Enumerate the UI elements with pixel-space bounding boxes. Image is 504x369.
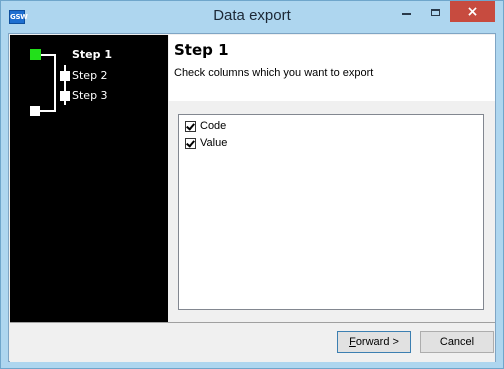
step-label-3: Step 3: [72, 89, 108, 102]
forward-label: orward >: [355, 336, 399, 348]
tree-connector: [54, 54, 56, 112]
checkbox-checked-icon[interactable]: [185, 120, 196, 132]
columns-list[interactable]: Code Value: [178, 114, 484, 310]
title-bar[interactable]: GSW Data export ×: [1, 1, 503, 33]
step-label-1: Step 1: [72, 48, 112, 61]
step-label-2: Step 2: [72, 69, 108, 82]
column-option-code[interactable]: Code: [185, 119, 226, 133]
close-button[interactable]: ×: [450, 1, 495, 22]
column-option-value[interactable]: Value: [185, 136, 227, 150]
column-label: Code: [200, 120, 227, 132]
cancel-button[interactable]: Cancel: [420, 331, 494, 353]
step-node-1: [30, 49, 41, 60]
forward-mnemonic: F: [349, 336, 356, 348]
minimize-icon: [401, 13, 411, 15]
tree-connector: [41, 54, 55, 56]
maximize-icon: [430, 8, 440, 16]
wizard-client-area: Step 1 Step 2 Step 3 Step 1 Check column…: [8, 33, 496, 362]
data-export-window: GSW Data export × Step 1 Step 2 Step 3 S…: [0, 0, 504, 369]
minimize-button[interactable]: [392, 1, 420, 23]
column-label: Value: [200, 137, 228, 149]
step-body: Code Value: [169, 101, 495, 322]
step-description: Check columns which you want to export: [174, 67, 374, 79]
step-node-2: [60, 71, 70, 81]
forward-button[interactable]: Forward >: [337, 331, 411, 353]
step-node-end: [30, 106, 40, 116]
checkbox-checked-icon[interactable]: [185, 137, 196, 149]
wizard-footer: Forward > Cancel: [10, 322, 495, 362]
gsw-app-icon[interactable]: GSW: [9, 10, 28, 24]
step-title: Step 1: [174, 41, 229, 59]
steps-panel: Step 1 Step 2 Step 3: [10, 35, 168, 322]
close-icon: ×: [466, 3, 479, 20]
step-header: Step 1 Check columns which you want to e…: [169, 35, 495, 101]
step-node-3: [60, 91, 70, 101]
maximize-button[interactable]: [421, 1, 449, 23]
tree-connector: [40, 110, 56, 112]
